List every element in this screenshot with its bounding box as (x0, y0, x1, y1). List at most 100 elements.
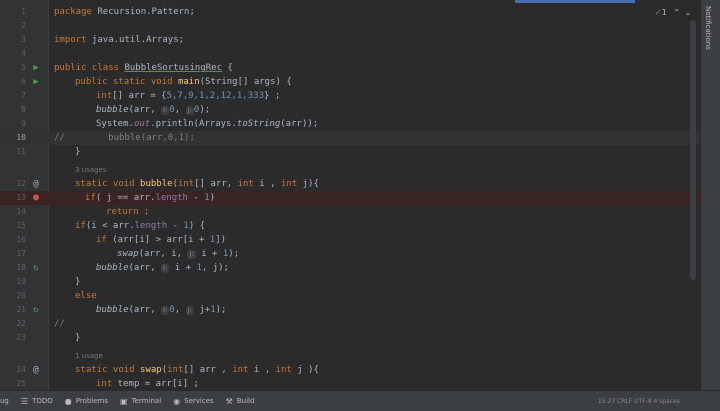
code-line[interactable]: 11 } (0, 145, 700, 159)
code-line[interactable]: 3 import java.util.Arrays; (0, 33, 700, 47)
code-part: (arr, (128, 105, 162, 115)
comment[interactable]: // (54, 317, 65, 331)
line-number: 24 (16, 365, 26, 374)
method-icon[interactable]: @ (30, 363, 42, 377)
code-text[interactable]: static void bubble(int[] arr, int i , in… (75, 177, 319, 191)
keyword: import (54, 35, 87, 45)
code-part: ); (199, 105, 211, 115)
code-line[interactable]: 5 ▶ public class BubbleSortusingRec { (0, 61, 700, 75)
editor-status-info[interactable]: 15:27 CRLF UTF-8 4 spaces (598, 398, 680, 405)
code-text[interactable]: if(i < arr.length - 1) { (75, 219, 205, 233)
code-text[interactable]: return ; (106, 205, 149, 219)
code-line[interactable]: 19 } (0, 275, 700, 289)
code-line[interactable]: 20 else (0, 289, 700, 303)
code-text[interactable]: if( j == arr.length - 1) (85, 191, 215, 205)
code-part: ( j == arr. (95, 193, 156, 203)
code-text[interactable]: package Recursion.Pattern; (54, 5, 195, 19)
inspection-widget[interactable]: ✓1 ⌃ ⌄ (655, 8, 691, 17)
code-line[interactable]: 8 bubble(arr, i: 0, j: 0); (0, 103, 700, 117)
chevron-up-icon[interactable]: ⌃ (673, 8, 680, 17)
todo-tool[interactable]: ☰ TODO (21, 397, 53, 406)
chevron-down-icon[interactable]: ⌄ (685, 8, 692, 17)
code-text[interactable]: public static void main(String[] args) { (75, 75, 292, 89)
build-tool[interactable]: ⚒ Build (226, 397, 255, 406)
notifications-tab[interactable]: Notifications (704, 6, 712, 50)
vertical-scrollbar[interactable] (690, 20, 696, 280)
code-line[interactable]: 22 // (0, 317, 700, 331)
line-number: 13 (16, 193, 26, 202)
code-line[interactable]: 16 if (arr[i] > arr[i + 1]) (0, 233, 700, 247)
code-line[interactable]: 4 (0, 47, 700, 61)
code-text[interactable]: import java.util.Arrays; (54, 33, 184, 47)
code-part: (arr)); (280, 119, 319, 129)
code-text[interactable]: bubble(arr, i: 0, j: 0); (96, 103, 210, 117)
code-text[interactable]: int temp = arr[i] ; (96, 377, 199, 390)
code-text[interactable]: bubble(arr, i: 0, j: j+1); (96, 303, 226, 317)
breakpoint-icon[interactable]: ● (30, 191, 42, 205)
code-line-current[interactable]: 10 // bubble(arr,0,1); (0, 131, 700, 145)
problems-icon: ● (64, 396, 72, 406)
code-line[interactable]: 15 if(i < arr.length - 1) { (0, 219, 700, 233)
line-number: 10 (16, 133, 26, 142)
code-part: - (167, 221, 184, 231)
code-line[interactable]: 14 return ; (0, 205, 700, 219)
code-text[interactable]: public class BubbleSortusingRec { (54, 61, 233, 75)
code-line-breakpoint[interactable]: 13 ● if( j == arr.length - 1) (0, 191, 700, 205)
services-tool[interactable]: ◉ Services (173, 397, 214, 406)
run-main-icon[interactable]: ▶ (30, 75, 42, 89)
problems-tool[interactable]: ● Problems (65, 397, 108, 406)
line-number: 7 (21, 91, 26, 100)
code-line[interactable]: 18 ↻ bubble(arr, i: i + 1, j); (0, 261, 700, 275)
code-text[interactable]: System.out.println(Arrays.toString(arr))… (96, 117, 318, 131)
code-text[interactable]: else (75, 289, 97, 303)
keyword: static void (75, 179, 141, 189)
code-text[interactable]: } (75, 275, 80, 289)
line-number: 20 (16, 291, 26, 300)
code-text[interactable]: static void swap(int[] arr , int i , int… (75, 363, 319, 377)
usages-hint[interactable]: 1 usage (75, 349, 103, 363)
run-class-icon[interactable]: ▶ (30, 61, 42, 75)
line-number: 4 (21, 49, 26, 58)
build-label: Build (236, 397, 255, 405)
code-text[interactable]: } (75, 331, 80, 345)
code-editor[interactable]: 1 package Recursion.Pattern; 2 3 import … (0, 0, 700, 390)
truncated-tool[interactable]: ug (0, 397, 9, 405)
code-part: [] arr , (183, 365, 233, 375)
recursive-method-icon[interactable]: @ (30, 177, 42, 191)
code-line[interactable]: 9 System.out.println(Arrays.toString(arr… (0, 117, 700, 131)
code-line[interactable]: 6 ▶ public static void main(String[] arg… (0, 75, 700, 89)
code-line[interactable]: 12 @ static void bubble(int[] arr, int i… (0, 177, 700, 191)
method-call: bubble (96, 105, 129, 115)
code-text[interactable]: swap(arr, i, j: i + 1); (117, 247, 239, 261)
code-line[interactable]: 17 swap(arr, i, j: i + 1); (0, 247, 700, 261)
static-field: out (133, 119, 151, 129)
method-name: main (177, 77, 200, 87)
terminal-tool[interactable]: ▣ Terminal (120, 397, 161, 406)
line-number: 17 (16, 249, 26, 258)
keyword: class (86, 63, 125, 73)
line-number: 25 (16, 379, 26, 388)
code-text[interactable]: if (arr[i] > arr[i + 1]) (96, 233, 226, 247)
code-line[interactable]: 2 (0, 19, 700, 33)
inspection-count: 1 (661, 8, 667, 17)
keyword: int (167, 365, 184, 375)
keyword: int (177, 179, 195, 189)
code-line[interactable]: 25 int temp = arr[i] ; (0, 377, 700, 390)
code-part: i , (248, 365, 276, 375)
todo-label: TODO (32, 397, 53, 405)
line-number: 21 (16, 305, 26, 314)
comment[interactable]: // bubble(arr,0,1); (54, 131, 195, 145)
code-text[interactable]: bubble(arr, i: i + 1, j); (96, 261, 229, 275)
code-line[interactable]: 7 int[] arr = {5,7,9,1,2,12,1,333} ; (0, 89, 700, 103)
field: length (134, 221, 168, 231)
code-part: i + (169, 263, 197, 273)
code-line[interactable]: 21 ↻ bubble(arr, i: 0, j: j+1); (0, 303, 700, 317)
code-part: ); (215, 305, 227, 315)
code-line[interactable]: 23 } (0, 331, 700, 345)
code-text[interactable]: } (75, 145, 80, 159)
code-line[interactable]: 1 package Recursion.Pattern; (0, 5, 700, 19)
usages-hint[interactable]: 3 usages (75, 163, 106, 177)
code-line[interactable]: 24 @ static void swap(int[] arr , int i … (0, 363, 700, 377)
line-number: 19 (16, 277, 26, 286)
code-text[interactable]: int[] arr = {5,7,9,1,2,12,1,333} ; (96, 89, 280, 103)
